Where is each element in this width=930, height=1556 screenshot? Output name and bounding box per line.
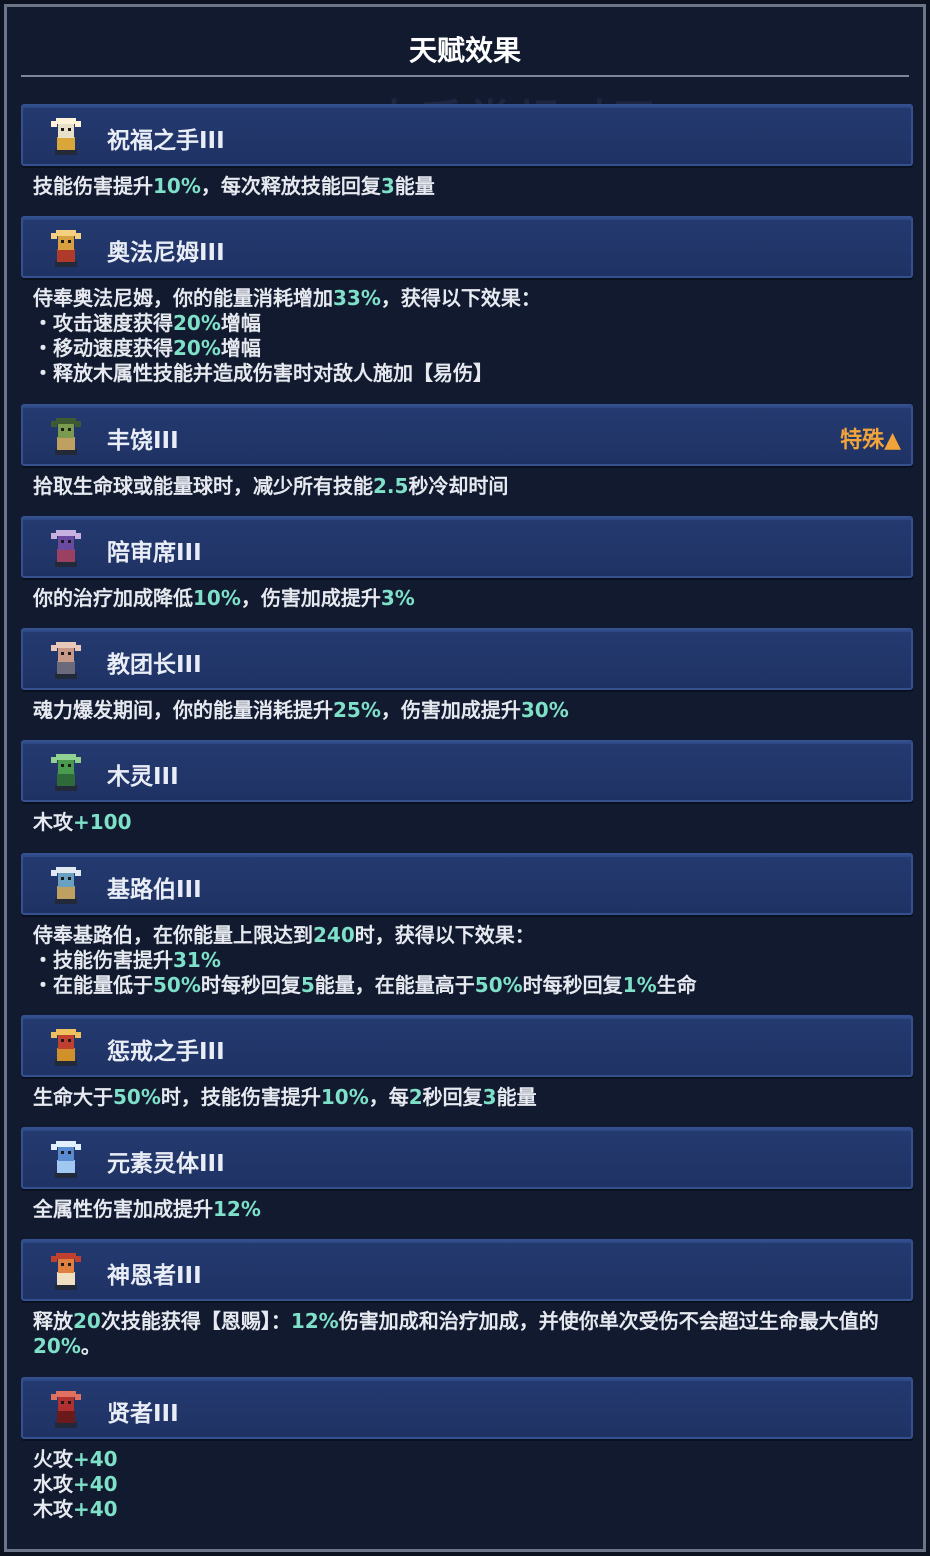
talent-row[interactable]: 祝福之手III (21, 104, 913, 166)
talent-row[interactable]: 惩戒之手III (21, 1015, 913, 1077)
talent-description: 释放20次技能获得【恩赐】：12%伤害加成和治疗加成，并使你单次受伤不会超过生命… (33, 1309, 879, 1358)
talent-name: 基路伯III (107, 877, 202, 903)
talent-row[interactable]: 陪审席III (21, 516, 913, 578)
talent-row[interactable]: 贤者III (21, 1377, 913, 1439)
talent-name: 奥法尼姆III (107, 240, 225, 266)
white-gold-hand-icon (45, 113, 87, 157)
panel-title: 天赋效果 (408, 34, 521, 67)
cherub-icon (45, 862, 87, 906)
talent-name: 惩戒之手III (107, 1039, 225, 1065)
green-spirit-icon (45, 749, 87, 793)
talent-description: 生命大于50%时，技能伤害提升10%，每2秒回复3能量 (33, 1085, 537, 1109)
talent-effects-panel: 木系常规对王 天赋效果 祝福之手III技能伤害提升10%，每次释放技能回复3能量… (4, 4, 926, 1552)
special-tag: 特殊▲ (840, 428, 901, 453)
talent-row[interactable]: 教团长III (21, 628, 913, 690)
gold-red-wheel-icon (45, 225, 87, 269)
green-horned-icon (45, 413, 87, 457)
talent-row[interactable]: 丰饶III 特殊▲ (21, 404, 913, 466)
purple-judge-icon (45, 525, 87, 569)
talent-description: 侍奉奥法尼姆，你的能量消耗增加33%，获得以下效果： ・攻击速度获得20%增幅 … (33, 286, 541, 385)
bald-elder-icon (45, 637, 87, 681)
blue-wizard-icon (45, 1136, 87, 1180)
red-hood-icon (45, 1386, 87, 1430)
talent-name: 教团长III (107, 652, 202, 678)
talent-name: 贤者III (107, 1401, 179, 1427)
talent-row[interactable]: 神恩者III (21, 1239, 913, 1301)
talent-description: 木攻+100 (33, 810, 132, 834)
talent-description: 全属性伤害加成提升12% (33, 1197, 261, 1221)
talent-description: 魂力爆发期间，你的能量消耗提升25%，伤害加成提升30% (33, 698, 569, 722)
talent-description: 侍奉基路伯，在你能量上限达到240时，获得以下效果： ・技能伤害提升31% ・在… (33, 923, 697, 997)
talent-description: 火攻+40 水攻+40 木攻+40 (33, 1447, 118, 1521)
talent-description: 拾取生命球或能量球时，减少所有技能2.5秒冷却时间 (33, 474, 509, 498)
talent-row[interactable]: 元素灵体III (21, 1127, 913, 1189)
talent-name: 木灵III (107, 764, 179, 790)
talent-row[interactable]: 奥法尼姆III (21, 216, 913, 278)
winged-orange-icon (45, 1248, 87, 1292)
talent-name: 祝福之手III (107, 128, 225, 154)
talent-name: 陪审席III (107, 540, 202, 566)
talent-description: 你的治疗加成降低10%，伤害加成提升3% (33, 586, 415, 610)
talent-row[interactable]: 基路伯III (21, 853, 913, 915)
talent-description: 技能伤害提升10%，每次释放技能回复3能量 (33, 174, 435, 198)
talent-name: 元素灵体III (107, 1151, 225, 1177)
red-gold-hand-icon (45, 1024, 87, 1068)
title-divider (21, 75, 909, 77)
talent-row[interactable]: 木灵III (21, 740, 913, 802)
talent-name: 丰饶III (107, 428, 179, 454)
talent-name: 神恩者III (107, 1263, 202, 1289)
